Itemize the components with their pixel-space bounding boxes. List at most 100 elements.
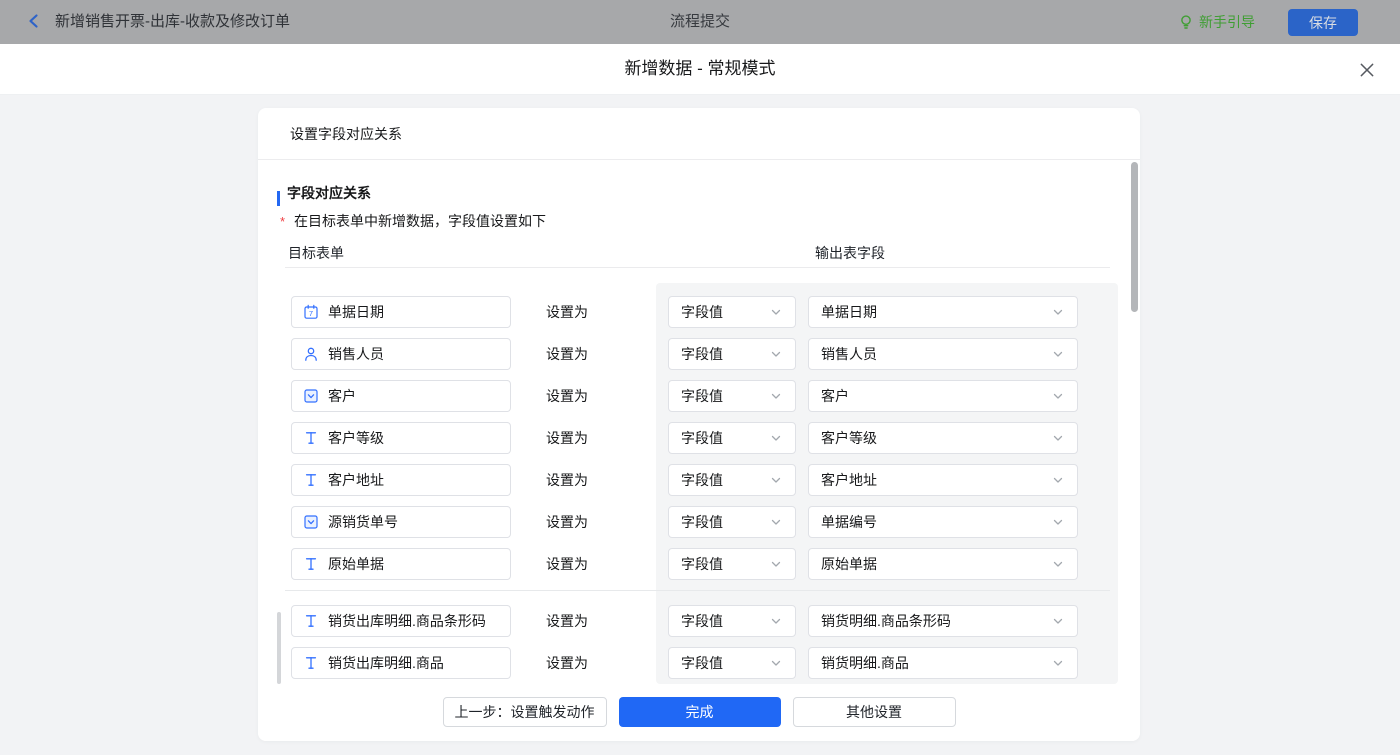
target-field-label: 源销货单号 — [328, 514, 398, 530]
close-icon — [1360, 63, 1374, 77]
target-field-label: 客户 — [328, 388, 356, 404]
value-type-selected: 字段值 — [681, 430, 723, 446]
previous-step-button[interactable]: 上一步：设置触发动作 — [442, 697, 607, 727]
output-field-selected: 客户 — [821, 388, 849, 404]
select-icon — [303, 514, 319, 530]
target-field-box[interactable]: 客户地址 — [291, 464, 511, 496]
output-field-dropdown[interactable]: 客户地址 — [808, 464, 1078, 496]
value-type-selected: 字段值 — [681, 388, 723, 404]
output-field-selected: 单据编号 — [821, 514, 877, 530]
output-field-selected: 单据日期 — [821, 304, 877, 320]
target-field-label: 销售人员 — [328, 346, 384, 362]
target-field-box[interactable]: 销货出库明细.商品条形码 — [291, 605, 511, 637]
select-icon — [303, 388, 319, 404]
value-type-dropdown[interactable]: 字段值 — [668, 464, 796, 496]
output-field-dropdown[interactable]: 销货明细.商品条形码 — [808, 605, 1078, 637]
output-field-dropdown[interactable]: 单据编号 — [808, 506, 1078, 538]
guide-label: 新手引导 — [1199, 14, 1255, 30]
value-type-dropdown[interactable]: 字段值 — [668, 296, 796, 328]
value-type-dropdown[interactable]: 字段值 — [668, 506, 796, 538]
mapping-row: 源销货单号 设置为 字段值 单据编号 — [258, 506, 1140, 538]
value-type-dropdown[interactable]: 字段值 — [668, 380, 796, 412]
target-field-box[interactable]: 销售人员 — [291, 338, 511, 370]
submit-mode-label: 流程提交 — [669, 13, 731, 30]
bulb-icon — [1181, 15, 1191, 29]
value-type-dropdown[interactable]: 字段值 — [668, 338, 796, 370]
target-field-label: 销货出库明细.商品 — [328, 655, 444, 671]
target-field-box[interactable]: 客户等级 — [291, 422, 511, 454]
chevron-down-icon — [1053, 561, 1063, 567]
value-type-selected: 字段值 — [681, 556, 723, 572]
value-type-selected: 字段值 — [681, 346, 723, 362]
done-button[interactable]: 完成 — [618, 697, 781, 727]
chevron-down-icon — [771, 477, 781, 483]
svg-text:7: 7 — [309, 309, 313, 318]
scrollbar-thumb[interactable] — [1131, 162, 1138, 312]
chevron-down-icon — [1053, 351, 1063, 357]
value-type-selected: 字段值 — [681, 472, 723, 488]
chevron-down-icon — [1053, 660, 1063, 666]
output-field-dropdown[interactable]: 客户 — [808, 380, 1078, 412]
group-divider — [285, 590, 1110, 591]
back-button[interactable] — [26, 13, 46, 31]
text-icon — [303, 556, 319, 572]
text-icon — [303, 472, 319, 488]
chevron-down-icon — [771, 561, 781, 567]
section-accent-bar — [277, 191, 280, 206]
close-button[interactable] — [1358, 61, 1376, 79]
calendar-icon: 7 — [303, 304, 319, 320]
chevron-down-icon — [1053, 477, 1063, 483]
output-field-dropdown[interactable]: 销货明细.商品 — [808, 647, 1078, 679]
mapping-row: 客户 设置为 字段值 客户 — [258, 380, 1140, 412]
value-type-dropdown[interactable]: 字段值 — [668, 548, 796, 580]
modal-title: 新增数据 - 常规模式 — [624, 59, 776, 78]
target-field-box[interactable]: 客户 — [291, 380, 511, 412]
target-field-box[interactable]: 原始单据 — [291, 548, 511, 580]
chevron-left-icon — [29, 14, 38, 28]
output-field-dropdown[interactable]: 单据日期 — [808, 296, 1078, 328]
set-as-label: 设置为 — [546, 514, 588, 530]
field-mapping-panel: 设置字段对应关系 字段对应关系 * 在目标表单中新增数据，字段值设置如下 目标表… — [258, 108, 1140, 741]
target-field-box[interactable]: 销货出库明细.商品 — [291, 647, 511, 679]
output-field-dropdown[interactable]: 销售人员 — [808, 338, 1078, 370]
chevron-down-icon — [1053, 435, 1063, 441]
target-field-label: 销货出库明细.商品条形码 — [328, 613, 486, 629]
target-field-box[interactable]: 源销货单号 — [291, 506, 511, 538]
value-type-dropdown[interactable]: 字段值 — [668, 647, 796, 679]
beginner-guide-button[interactable]: 新手引导 — [1178, 0, 1255, 44]
set-as-label: 设置为 — [546, 388, 588, 404]
value-type-dropdown[interactable]: 字段值 — [668, 422, 796, 454]
output-field-selected: 客户地址 — [821, 472, 877, 488]
set-as-label: 设置为 — [546, 304, 588, 320]
value-type-selected: 字段值 — [681, 655, 723, 671]
target-field-label: 客户等级 — [328, 430, 384, 446]
chevron-down-icon — [1053, 309, 1063, 315]
chevron-down-icon — [771, 393, 781, 399]
output-field-selected: 客户等级 — [821, 430, 877, 446]
panel-header: 设置字段对应关系 — [258, 108, 1140, 160]
set-as-label: 设置为 — [546, 613, 588, 629]
column-header-target-form: 目标表单 — [288, 245, 344, 261]
mapping-row: 销货出库明细.商品条形码 设置为 字段值 销货明细.商品条形码 — [258, 605, 1140, 637]
set-as-label: 设置为 — [546, 346, 588, 362]
chevron-down-icon — [771, 309, 781, 315]
chevron-down-icon — [1053, 393, 1063, 399]
mapping-rows: 7 单据日期 设置为 字段值 单据日期 销售人员 设置为 字段值 销售人员 客户… — [258, 296, 1140, 684]
panel-scroll-area: 设置字段对应关系 字段对应关系 * 在目标表单中新增数据，字段值设置如下 目标表… — [258, 108, 1140, 684]
value-type-selected: 字段值 — [681, 514, 723, 530]
output-field-dropdown[interactable]: 原始单据 — [808, 548, 1078, 580]
output-field-selected: 销货明细.商品条形码 — [821, 613, 951, 629]
set-as-label: 设置为 — [546, 556, 588, 572]
other-settings-button[interactable]: 其他设置 — [792, 697, 956, 727]
target-field-label: 客户地址 — [328, 472, 384, 488]
text-icon — [303, 655, 319, 671]
chevron-down-icon — [771, 351, 781, 357]
panel-footer: 上一步：设置触发动作 完成 其他设置 — [258, 684, 1140, 741]
save-button[interactable]: 保存 — [1288, 9, 1358, 36]
value-type-dropdown[interactable]: 字段值 — [668, 605, 796, 637]
target-field-box[interactable]: 7 单据日期 — [291, 296, 511, 328]
output-field-dropdown[interactable]: 客户等级 — [808, 422, 1078, 454]
user-icon — [303, 346, 319, 362]
chevron-down-icon — [1053, 618, 1063, 624]
workflow-title: 新增销售开票-出库-收款及修改订单 — [55, 13, 290, 30]
